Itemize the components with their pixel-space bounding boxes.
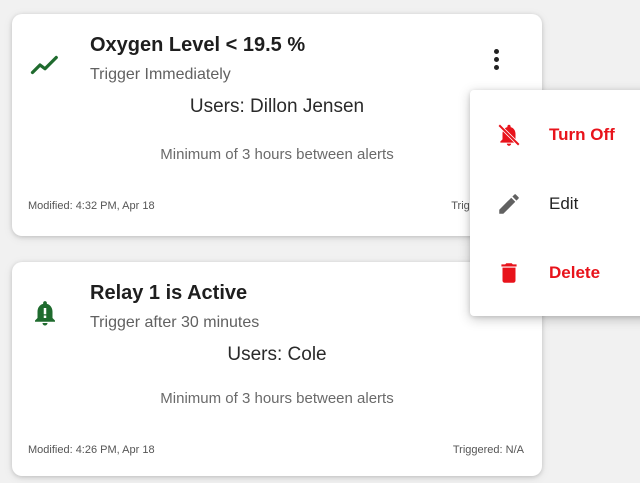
- alert-title: Oxygen Level < 19.5 %: [90, 34, 306, 56]
- trash-icon: [501, 263, 517, 283]
- alert-triggered: Triggered: N/A: [452, 444, 524, 456]
- menu-item-label: Turn Off: [549, 125, 615, 144]
- pencil-icon: [499, 194, 519, 214]
- alert-card[interactable]: Oxygen Level < 19.5 % Trigger Immediatel…: [12, 14, 542, 236]
- alert-trigger-text: Trigger after 30 minutes: [90, 314, 260, 331]
- alert-title: Relay 1 is Active: [90, 282, 248, 304]
- menu-item-label: Delete: [549, 263, 601, 282]
- alert-trigger-text: Trigger Immediately: [90, 66, 231, 83]
- menu-item-delete[interactable]: Delete: [470, 244, 640, 300]
- bell-icon: [35, 301, 55, 326]
- alert-modified: Modified: 4:32 PM, Apr 18: [28, 200, 155, 212]
- alert-users: Users: Cole: [227, 344, 327, 365]
- alert-users: Users: Dillon Jensen: [189, 96, 365, 117]
- alert-modified: Modified: 4:26 PM, Apr 18: [28, 444, 155, 456]
- alert-minimum-interval: Minimum of 3 hours between alerts: [160, 390, 394, 407]
- more-options-icon[interactable]: [484, 46, 508, 82]
- menu-item-label: Edit: [549, 194, 579, 213]
- alert-card[interactable]: Relay 1 is Active Trigger after 30 minut…: [12, 262, 542, 476]
- trending-up-icon: [30, 55, 58, 75]
- menu-item-edit[interactable]: Edit: [470, 175, 640, 231]
- notifications-off-icon: [498, 124, 520, 146]
- alert-minimum-interval: Minimum of 3 hours between alerts: [160, 146, 394, 163]
- menu-item-turn-off[interactable]: Turn Off: [470, 106, 640, 162]
- alert-options-menu: Turn Off Edit Delete: [470, 90, 640, 316]
